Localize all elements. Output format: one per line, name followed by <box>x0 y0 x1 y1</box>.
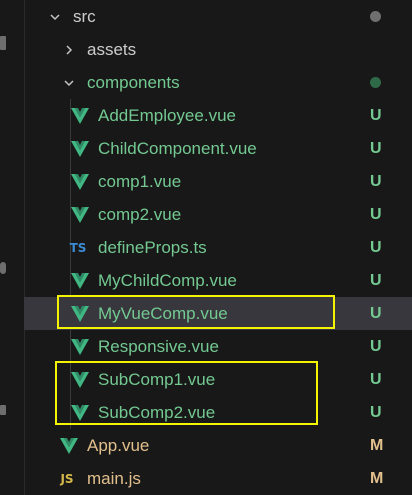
git-status-badge: U <box>370 271 382 289</box>
git-status-badge: U <box>370 370 382 388</box>
git-status-badge: U <box>370 106 382 124</box>
vue-icon <box>70 403 90 423</box>
activity-icon[interactable] <box>0 262 6 274</box>
folder-label: src <box>73 6 96 26</box>
file-label: SubComp2.vue <box>98 402 216 422</box>
vue-icon <box>70 106 90 126</box>
activity-icon[interactable] <box>0 36 6 50</box>
file-sub-comp2[interactable]: SubComp2.vue U <box>24 396 412 429</box>
folder-label: assets <box>87 39 137 59</box>
file-define-props[interactable]: TS defineProps.ts U <box>24 231 412 264</box>
activity-bar <box>0 0 25 495</box>
file-label: App.vue <box>87 435 150 455</box>
git-status-badge: M <box>370 436 384 454</box>
file-label: main.js <box>87 468 141 488</box>
git-status-badge: U <box>370 238 382 256</box>
folder-src[interactable]: src <box>24 0 412 33</box>
file-my-child-comp[interactable]: MyChildComp.vue U <box>24 264 412 297</box>
chevron-down-icon <box>62 76 76 90</box>
file-comp1[interactable]: comp1.vue U <box>24 165 412 198</box>
file-sub-comp1[interactable]: SubComp1.vue U <box>24 363 412 396</box>
file-label: SubComp1.vue <box>98 369 216 389</box>
file-label: defineProps.ts <box>98 237 207 257</box>
git-status-badge: M <box>370 469 384 487</box>
vue-icon <box>70 139 90 159</box>
file-label: comp1.vue <box>98 171 182 191</box>
file-my-vue-comp[interactable]: MyVueComp.vue U <box>24 297 412 330</box>
file-label: Responsive.vue <box>98 336 219 356</box>
file-label: MyVueComp.vue <box>98 303 228 323</box>
vue-icon <box>70 205 90 225</box>
js-icon: JS <box>60 471 74 486</box>
file-responsive[interactable]: Responsive.vue U <box>24 330 412 363</box>
file-add-employee[interactable]: AddEmployee.vue U <box>24 99 412 132</box>
vue-icon <box>59 436 79 456</box>
folder-label: components <box>87 72 180 92</box>
vue-icon <box>70 172 90 192</box>
vue-icon <box>70 337 90 357</box>
git-status-badge: U <box>370 139 382 157</box>
folder-components[interactable]: components <box>24 66 412 99</box>
vue-icon <box>70 304 90 324</box>
git-status-badge: U <box>370 337 382 355</box>
ts-icon: TS <box>69 240 87 255</box>
file-comp2[interactable]: comp2.vue U <box>24 198 412 231</box>
file-child-component[interactable]: ChildComponent.vue U <box>24 132 412 165</box>
activity-icon[interactable] <box>0 405 6 415</box>
file-app-vue[interactable]: App.vue M <box>24 429 412 462</box>
folder-assets[interactable]: assets <box>24 33 412 66</box>
explorer-tree: src assets components AddEmployee.vue U … <box>24 0 412 495</box>
git-status-badge: U <box>370 304 382 322</box>
file-label: AddEmployee.vue <box>98 105 236 125</box>
vue-icon <box>70 370 90 390</box>
file-label: ChildComponent.vue <box>98 138 257 158</box>
chevron-right-icon <box>62 43 76 57</box>
git-status-badge: U <box>370 172 382 190</box>
file-label: MyChildComp.vue <box>98 270 237 290</box>
git-status-badge: U <box>370 403 382 421</box>
file-main-js[interactable]: JS main.js M <box>24 462 412 495</box>
vue-icon <box>70 271 90 291</box>
status-dot <box>370 11 381 22</box>
status-dot <box>370 77 381 88</box>
chevron-down-icon <box>48 10 62 24</box>
file-label: comp2.vue <box>98 204 182 224</box>
git-status-badge: U <box>370 205 382 223</box>
